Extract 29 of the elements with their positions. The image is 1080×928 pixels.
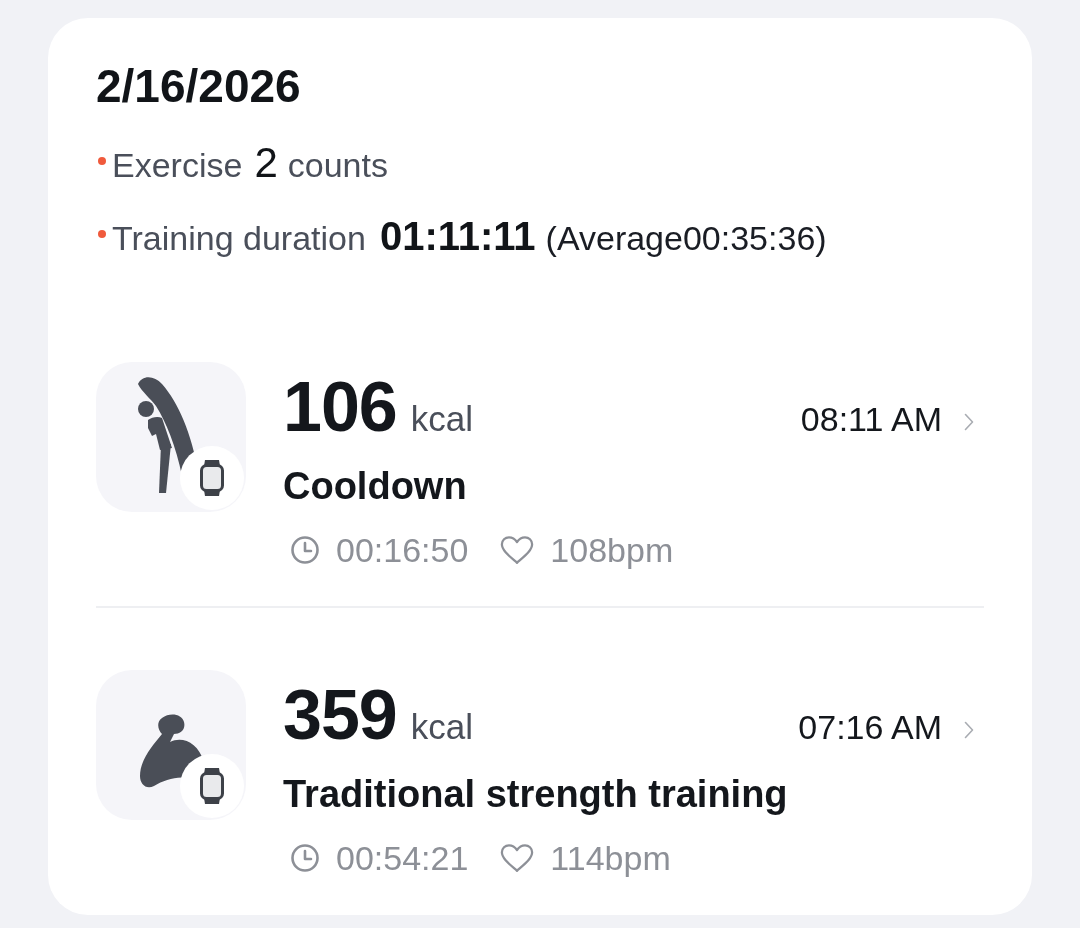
- calories-value: 106: [283, 367, 397, 447]
- workout-name: Traditional strength training: [283, 772, 789, 817]
- summary-unit: counts: [287, 145, 388, 186]
- chevron-icon[interactable]: [964, 721, 974, 739]
- clock-icon: [290, 843, 320, 873]
- start-time: 08:11 AM: [800, 399, 942, 440]
- smartwatch-icon: [180, 754, 244, 818]
- clock-icon: [290, 535, 320, 565]
- calories-unit: kcal: [410, 706, 474, 748]
- heart-rate-text: 114bpm: [550, 838, 671, 879]
- duration-text: 00:16:50: [336, 530, 469, 571]
- workout-name: Cooldown: [283, 464, 468, 509]
- summary-label: Training duration: [112, 218, 366, 259]
- bullet-icon: [98, 157, 106, 165]
- heart-icon: [500, 842, 535, 874]
- duration-text: 00:54:21: [336, 838, 469, 879]
- summary-value: 01:11:11: [379, 213, 536, 260]
- start-time: 07:16 AM: [798, 707, 942, 748]
- bullet-icon: [98, 230, 106, 238]
- summary-label: Exercise: [112, 145, 243, 186]
- date-heading: 2/16/2026: [96, 59, 302, 114]
- heart-rate-text: 108bpm: [550, 530, 674, 571]
- chevron-icon[interactable]: [964, 413, 974, 431]
- calories-value: 359: [283, 675, 397, 755]
- smartwatch-icon: [180, 446, 244, 510]
- summary-note: (Average00:35:36): [545, 218, 827, 259]
- summary-value: 2: [254, 139, 278, 187]
- heart-icon: [500, 534, 535, 566]
- calories-unit: kcal: [410, 398, 474, 440]
